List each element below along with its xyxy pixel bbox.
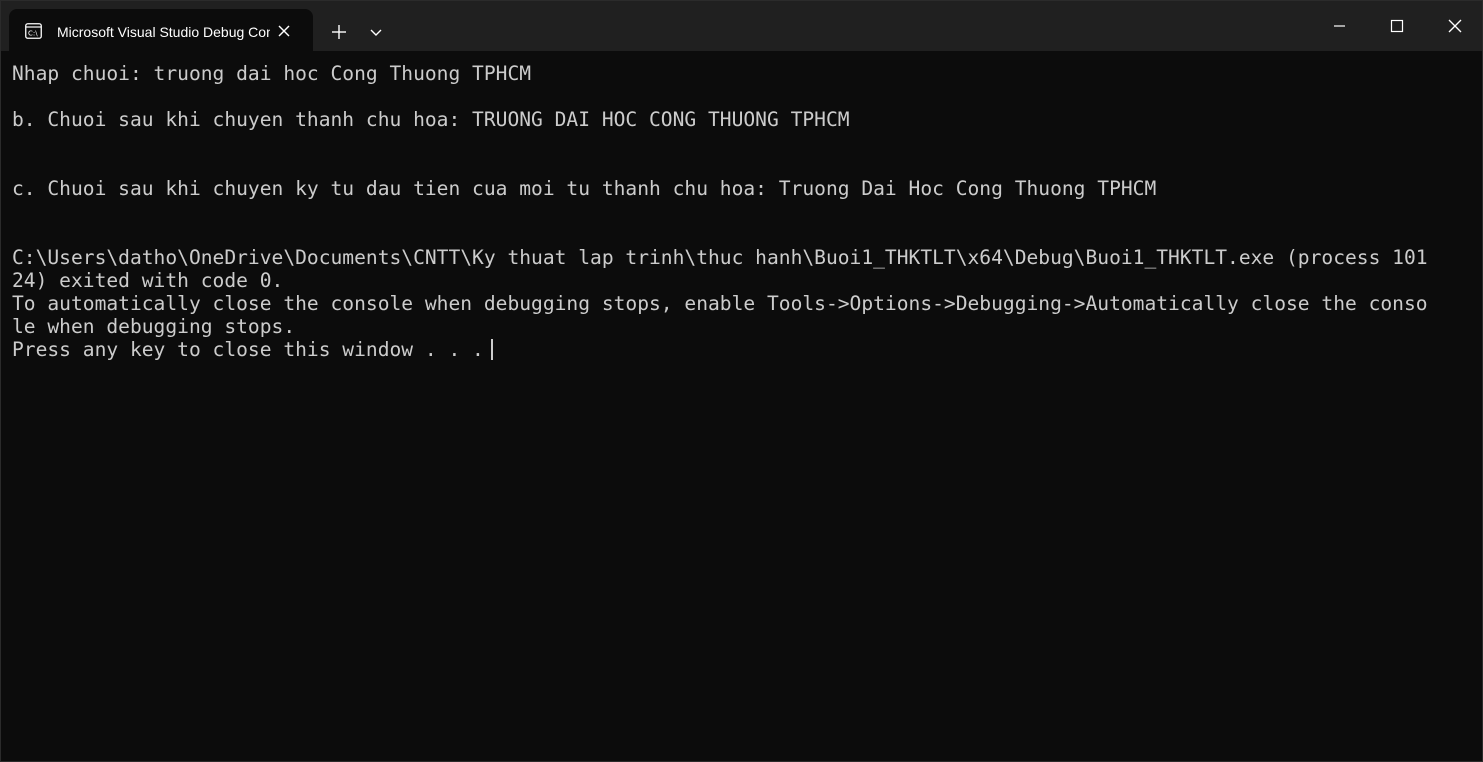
maximize-button[interactable] — [1368, 1, 1426, 51]
console-line: 24) exited with code 0. — [12, 269, 284, 292]
console-line: c. Chuoi sau khi chuyen ky tu dau tien c… — [12, 177, 1157, 200]
console-line: le when debugging stops. — [12, 315, 296, 338]
tab-title: Microsoft Visual Studio Debug Console — [57, 24, 270, 40]
console-line: Press any key to close this window . . . — [12, 338, 484, 361]
tab-debug-console[interactable]: C:\ Microsoft Visual Studio Debug Consol… — [9, 9, 313, 51]
console-app-icon: C:\ — [25, 23, 42, 39]
close-icon — [1448, 19, 1462, 33]
title-bar[interactable]: C:\ Microsoft Visual Studio Debug Consol… — [1, 1, 1482, 51]
console-line: b. Chuoi sau khi chuyen thanh chu hoa: T… — [12, 108, 850, 131]
maximize-icon — [1390, 19, 1404, 33]
console-line: Nhap chuoi: truong dai hoc Cong Thuong T… — [12, 62, 532, 85]
terminal-window: C:\ Microsoft Visual Studio Debug Consol… — [0, 0, 1483, 762]
text-cursor — [491, 339, 493, 360]
console-output[interactable]: Nhap chuoi: truong dai hoc Cong Thuong T… — [1, 51, 1482, 761]
console-line: C:\Users\datho\OneDrive\Documents\CNTT\K… — [12, 246, 1428, 269]
plus-icon[interactable] — [327, 21, 351, 43]
chevron-down-icon[interactable] — [366, 23, 386, 43]
close-window-button[interactable] — [1426, 1, 1482, 51]
close-icon[interactable] — [277, 24, 291, 38]
svg-text:C:\: C:\ — [28, 30, 38, 38]
minimize-icon — [1334, 25, 1345, 27]
minimize-button[interactable] — [1310, 1, 1368, 51]
console-line: To automatically close the console when … — [12, 292, 1428, 315]
